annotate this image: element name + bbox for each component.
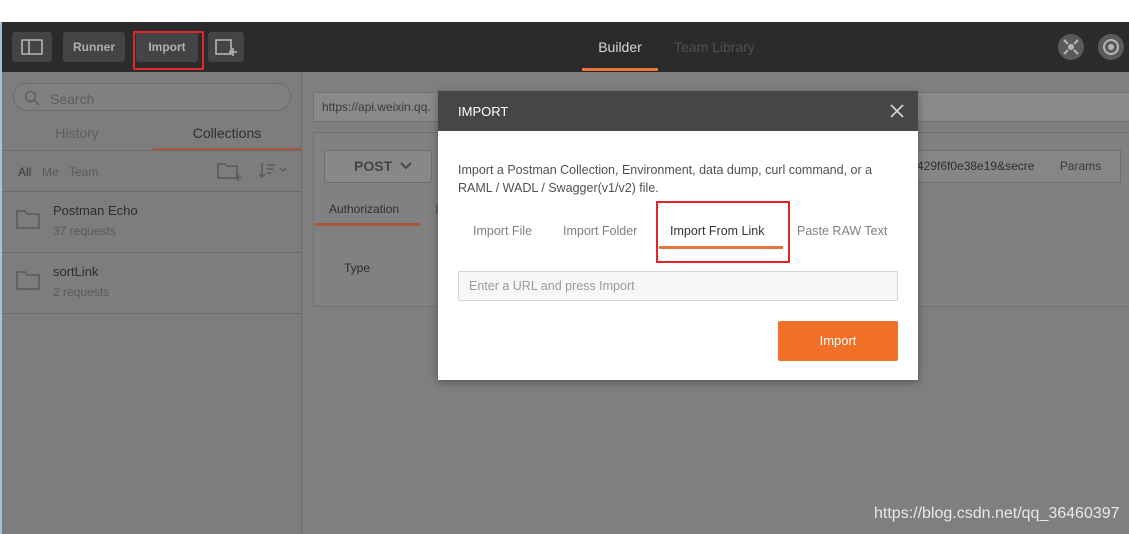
collection-count: 2 requests [53, 285, 110, 299]
import-highlight-box [133, 31, 204, 70]
close-icon[interactable] [890, 104, 904, 118]
collection-name: sortLink [53, 264, 99, 279]
new-tab-icon [215, 39, 237, 56]
satellite-button[interactable] [1058, 34, 1084, 60]
tab-import-folder[interactable]: Import Folder [563, 224, 637, 238]
modal-description: Import a Postman Collection, Environment… [458, 163, 873, 195]
import-from-link-highlight-box [656, 201, 790, 263]
import-modal: IMPORT Import a Postman Collection, Envi… [438, 91, 918, 380]
modal-title: IMPORT [458, 104, 509, 119]
search-input[interactable]: Search [13, 83, 291, 111]
new-collection-icon[interactable] [216, 160, 244, 182]
method-select[interactable]: POST [324, 150, 432, 183]
collection-count: 37 requests [53, 224, 116, 238]
new-tab-button[interactable] [208, 32, 244, 62]
type-label: Type [344, 261, 371, 275]
watermark: https://blog.csdn.net/qq_36460397 [874, 505, 1120, 522]
sidebar: Search History Collections All Me Team P [2, 72, 302, 534]
header-bar: Runner Import Builder Team Library [2, 22, 1129, 72]
params-button[interactable]: Params [1041, 150, 1121, 183]
sync-icon [1103, 39, 1119, 55]
collection-name: Postman Echo [53, 203, 138, 218]
tab-history[interactable]: History [2, 122, 152, 152]
search-icon [24, 90, 40, 106]
sync-button[interactable] [1098, 34, 1124, 60]
chevron-down-icon [400, 162, 412, 170]
tab-builder-underline [582, 68, 658, 71]
collection-item[interactable]: Postman Echo 37 requests [2, 192, 302, 252]
import-url-field[interactable] [458, 271, 898, 301]
filter-all[interactable]: All [18, 165, 31, 179]
tab-authorization-underline [315, 223, 420, 226]
import-submit-button[interactable]: Import [778, 321, 898, 361]
folder-icon [16, 210, 40, 229]
runner-button[interactable]: Runner [63, 32, 125, 62]
tab-paste-raw-text[interactable]: Paste RAW Text [797, 224, 887, 238]
import-url-input[interactable] [459, 272, 897, 300]
modal-header: IMPORT [438, 91, 918, 131]
request-url-input[interactable]: 429f6f0e38e19&secre [915, 150, 1042, 183]
filter-team[interactable]: Team [69, 165, 98, 179]
filter-me[interactable]: Me [42, 165, 59, 179]
tab-team-library[interactable]: Team Library [674, 22, 755, 72]
folder-icon [16, 271, 40, 290]
sidebar-toggle-button[interactable] [12, 32, 52, 62]
satellite-icon [1063, 39, 1079, 55]
tab-import-file[interactable]: Import File [473, 224, 532, 238]
sort-icon[interactable] [256, 160, 290, 180]
divider [2, 150, 302, 151]
collection-item[interactable]: sortLink 2 requests [2, 253, 302, 313]
url-text: https://api.weixin.qq. [322, 100, 431, 114]
divider [2, 313, 302, 314]
search-placeholder: Search [50, 91, 95, 107]
sidebar-toggle-icon [21, 39, 43, 55]
tab-builder[interactable]: Builder [582, 22, 658, 72]
tab-authorization[interactable]: Authorization [329, 202, 399, 216]
postman-app: Runner Import Builder Team Library Searc… [2, 22, 1129, 534]
